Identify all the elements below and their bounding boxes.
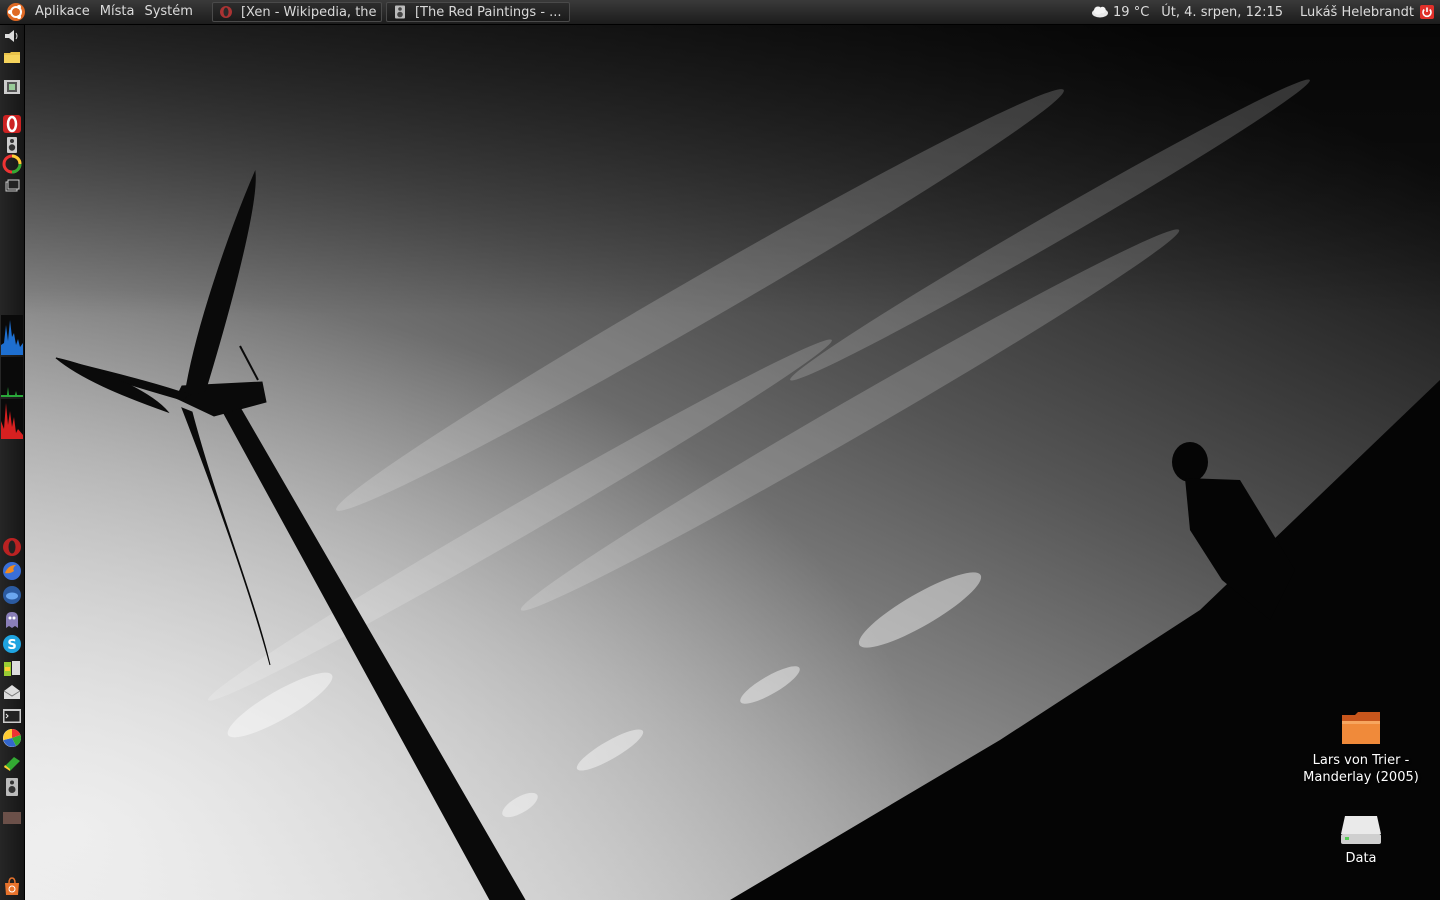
taskbar-title: [The Red Paintings - ...: [414, 4, 562, 20]
speaker-icon[interactable]: [2, 777, 22, 797]
opera-icon[interactable]: [2, 114, 22, 134]
folder-icon: [1342, 712, 1380, 744]
office-icon[interactable]: [2, 658, 22, 678]
book-icon[interactable]: [2, 753, 22, 773]
user-menu[interactable]: Lukáš Helebrandt: [1300, 5, 1414, 20]
taskbar-button-wikipedia[interactable]: [Xen - Wikipedia, the ...: [211, 2, 382, 22]
folder-icon[interactable]: [2, 47, 22, 67]
weather-applet[interactable]: 19 °C: [1091, 5, 1149, 20]
menu-applications[interactable]: Aplikace: [30, 0, 95, 24]
trash-icon[interactable]: [2, 809, 22, 829]
ubuntu-store-icon[interactable]: [2, 876, 22, 896]
volume-icon[interactable]: [2, 26, 22, 46]
opera-icon: [219, 6, 232, 18]
speaker-icon[interactable]: [2, 135, 22, 155]
ubuntu-logo-icon[interactable]: [6, 2, 26, 22]
left-panel: S: [0, 25, 25, 900]
desktop-drive[interactable]: Data: [1296, 812, 1426, 867]
clock[interactable]: Út, 4. srpen, 12:15: [1161, 5, 1283, 20]
windows-icon[interactable]: [2, 176, 22, 196]
film-icon[interactable]: [2, 77, 22, 97]
thunderbird-icon[interactable]: [2, 585, 22, 605]
menu-system[interactable]: Systém: [139, 0, 197, 24]
skype-icon[interactable]: S: [2, 634, 22, 654]
desktop-icon-label: Lars von Trier - Manderlay (2005): [1303, 753, 1419, 785]
pidgin-icon[interactable]: [2, 610, 22, 630]
desktop-folder[interactable]: Lars von Trier - Manderlay (2005): [1296, 708, 1426, 786]
taskbar-button-red-paintings[interactable]: [The Red Paintings - ...: [385, 2, 570, 22]
taskbar-title: [Xen - Wikipedia, the ...: [240, 4, 382, 20]
cloud-icon: [1092, 6, 1109, 18]
speaker-icon: [394, 5, 405, 19]
mail-icon[interactable]: [2, 682, 22, 702]
panel-indicators: 19 °C Út, 4. srpen, 12:15 Lukáš Helebran…: [1091, 0, 1440, 24]
menu-places[interactable]: Místa: [95, 0, 140, 24]
top-panel: Aplikace Místa Systém [Xen - Wikipedia, …: [0, 0, 1440, 25]
terminal-icon[interactable]: [2, 706, 22, 726]
temperature-label: 19 °C: [1113, 4, 1150, 20]
desktop-icon-label: Data: [1345, 851, 1377, 866]
power-icon[interactable]: [1420, 5, 1434, 19]
svg-text:S: S: [7, 638, 16, 653]
drive-icon: [1341, 816, 1381, 844]
firefox-icon[interactable]: [2, 561, 22, 581]
opera-icon[interactable]: [2, 537, 22, 557]
memory-graph[interactable]: [1, 399, 23, 439]
picasa-icon[interactable]: [2, 728, 22, 748]
cpu-graph[interactable]: [1, 315, 23, 355]
network-graph[interactable]: [1, 357, 23, 397]
color-wheel-icon[interactable]: [2, 154, 22, 174]
desktop-wallpaper: [0, 0, 1440, 900]
